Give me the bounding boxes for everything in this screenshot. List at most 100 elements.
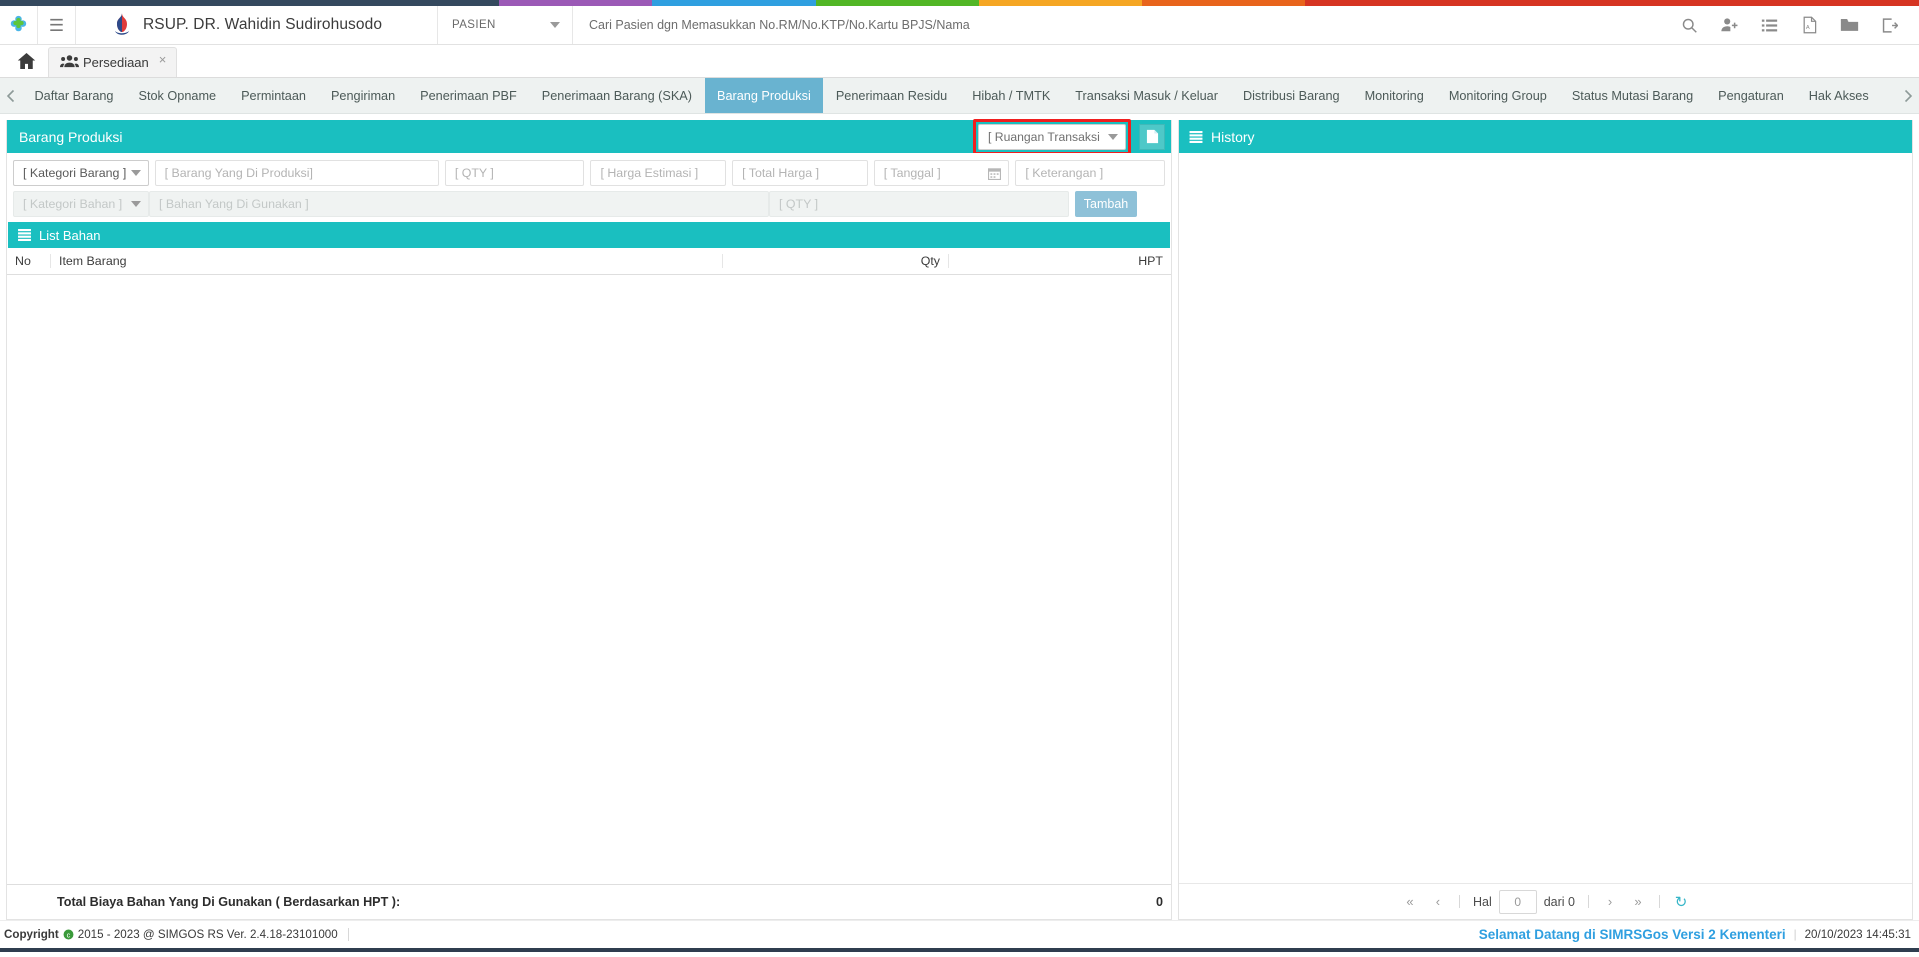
global-search[interactable]	[573, 6, 1669, 44]
footer-datetime: 20/10/2023 14:45:31	[1804, 928, 1911, 941]
harga-estimasi-input[interactable]: [ Harga Estimasi ]	[590, 160, 727, 186]
next-page-button[interactable]: ›	[1597, 889, 1623, 915]
kategori-barang-select[interactable]: [ Kategori Barang ]	[13, 160, 149, 186]
barang-produksi-input-value: [ Barang Yang Di Produksi]	[164, 166, 313, 180]
produksi-form-row-1: [ Kategori Barang ] [ Barang Yang Di Prod…	[7, 153, 1171, 189]
qty-bahan-input[interactable]: [ QTY ]	[769, 191, 1069, 217]
ruangan-transaksi-highlight: [ Ruangan Transaksi	[973, 118, 1131, 155]
chevron-right-icon	[1904, 89, 1913, 102]
last-page-button[interactable]: »	[1625, 889, 1651, 915]
nav-item-barang-produksi[interactable]: Barang Produksi	[704, 78, 824, 113]
ruangan-transaksi-select[interactable]: [ Ruangan Transaksi	[978, 123, 1126, 150]
footer-divider	[347, 928, 349, 941]
tanggal-input[interactable]: [ Tanggal ]	[873, 160, 1010, 186]
nav-item-stok-opname[interactable]: Stok Opname	[126, 78, 229, 113]
tab-persediaan[interactable]: Persediaan ×	[48, 47, 178, 77]
nav-item-monitoring[interactable]: Monitoring	[1352, 78, 1436, 113]
history-panel: History « ‹ Hal 0 dari 0 › » ↻	[1178, 120, 1913, 920]
panel-header-actions: [ Ruangan Transaksi	[973, 118, 1165, 155]
search-input[interactable]	[587, 17, 1669, 33]
keterangan-input-value: [ Keterangan ]	[1025, 166, 1104, 180]
history-list[interactable]	[1179, 153, 1912, 883]
list-icon[interactable]	[1749, 6, 1789, 45]
panel-header: Barang Produksi [ Ruangan Transaksi	[7, 118, 1171, 155]
hamburger-icon: ☰	[48, 15, 65, 35]
list-bahan-table-body[interactable]	[7, 275, 1171, 885]
page-number-input[interactable]: 0	[1498, 889, 1537, 914]
folder-icon[interactable]	[1829, 6, 1869, 45]
kategori-bahan-select[interactable]: [ Kategori Bahan ]	[13, 191, 149, 217]
total-biaya-label: Total Biaya Bahan Yang Di Gunakan ( Berd…	[57, 895, 401, 909]
pager-divider-3	[1659, 895, 1661, 908]
footer-divider-2: |	[1793, 928, 1797, 941]
nav-item-permintaan[interactable]: Permintaan	[229, 78, 319, 113]
nav-item-transaksi-masuk-keluar[interactable]: Transaksi Masuk / Keluar	[1063, 78, 1231, 113]
bottom-strip	[0, 948, 1919, 952]
welcome-message: Selamat Datang di SIMRSGos Versi 2 Kemen…	[1478, 927, 1786, 942]
kategori-barang-select-value: [ Kategori Barang ]	[23, 166, 127, 180]
new-document-button[interactable]	[1139, 123, 1165, 150]
page-label: Hal	[1472, 894, 1492, 909]
tab-close-icon[interactable]: ×	[159, 52, 167, 67]
copyright-icon: c	[63, 929, 74, 940]
app-logo[interactable]	[0, 6, 38, 44]
simrs-logo-icon	[10, 15, 27, 31]
page-title: Barang Produksi	[19, 128, 123, 145]
nav-item-penerimaan-barang-ska[interactable]: Penerimaan Barang (SKA)	[529, 78, 704, 113]
add-user-icon[interactable]	[1709, 6, 1749, 45]
keterangan-input[interactable]: [ Keterangan ]	[1015, 160, 1165, 186]
logout-icon[interactable]	[1869, 6, 1909, 45]
pager-divider-2	[1588, 895, 1590, 908]
total-biaya-value: 0	[1155, 895, 1163, 909]
first-page-button[interactable]: «	[1397, 889, 1423, 915]
refresh-icon[interactable]: ↻	[1668, 889, 1694, 915]
module-select[interactable]: PASIEN	[438, 6, 573, 44]
document-icon	[1146, 129, 1158, 144]
prev-page-button[interactable]: ‹	[1425, 889, 1451, 915]
pdf-icon[interactable]: A	[1789, 6, 1829, 45]
home-icon	[17, 52, 35, 69]
nav-scroll-right-button[interactable]	[1897, 78, 1919, 113]
qty-input[interactable]: [ QTY ]	[444, 160, 585, 186]
produksi-form-row-2: [ Kategori Bahan ] [ Bahan Yang Di Gunaka…	[7, 189, 1171, 222]
copyright-text: 2015 - 2023 @ SIMGOS RS Ver. 2.4.18-2310…	[77, 928, 338, 941]
nav-scroll-left-button[interactable]	[0, 78, 22, 113]
column-header-hpt: HPT	[1138, 254, 1163, 268]
nav-item-penerimaan-pbf[interactable]: Penerimaan PBF	[408, 78, 530, 113]
hospital-flame-icon	[115, 13, 129, 35]
nav-item-status-mutasi-barang[interactable]: Status Mutasi Barang	[1559, 78, 1705, 113]
page-body: Barang Produksi [ Ruangan Transaksi [ Ka…	[0, 114, 1919, 920]
list-bahan-table-header: No Item Barang Qty HPT	[7, 248, 1171, 275]
column-header-no: No	[7, 254, 51, 268]
hospital-brand: RSUP. DR. Wahidin Sudirohusodo	[76, 6, 438, 44]
menu-toggle-button[interactable]: ☰	[38, 6, 76, 44]
list-icon	[18, 229, 31, 241]
history-title: History	[1211, 128, 1255, 145]
barang-produksi-input[interactable]: [ Barang Yang Di Produksi]	[154, 160, 439, 186]
copyright-block: Copyright c 2015 - 2023 @ SIMGOS RS Ver.…	[4, 928, 355, 941]
calendar-icon[interactable]	[988, 167, 1002, 180]
total-harga-input[interactable]: [ Total Harga ]	[732, 160, 868, 186]
nav-item-pengiriman[interactable]: Pengiriman	[318, 78, 407, 113]
chevron-down-icon	[130, 170, 141, 176]
nav-item-penerimaan-residu[interactable]: Penerimaan Residu	[823, 78, 959, 113]
nav-item-hibah-tmtk[interactable]: Hibah / TMTK	[960, 78, 1063, 113]
nav-item-hak-akses[interactable]: Hak Akses	[1796, 78, 1881, 113]
list-bahan-title: List Bahan	[39, 227, 101, 243]
nav-item-pengaturan[interactable]: Pengaturan	[1706, 78, 1797, 113]
tambah-button[interactable]: Tambah	[1075, 191, 1137, 217]
barang-produksi-panel: Barang Produksi [ Ruangan Transaksi [ Ka…	[6, 118, 1172, 920]
home-tab-button[interactable]	[8, 44, 44, 77]
search-icon[interactable]	[1669, 6, 1709, 45]
document-tab-strip: Persediaan ×	[0, 45, 1919, 78]
bahan-digunakan-input[interactable]: [ Bahan Yang Di Gunakan ]	[149, 191, 769, 217]
module-nav-items: Daftar Barang Stok Opname Permintaan Pengir…	[22, 78, 1897, 113]
nav-item-distribusi-barang[interactable]: Distribusi Barang	[1230, 78, 1352, 113]
total-biaya-row: Total Biaya Bahan Yang Di Gunakan ( Berd…	[7, 885, 1171, 919]
nav-item-daftar-barang[interactable]: Daftar Barang	[22, 78, 126, 113]
page-total-label: dari 0	[1543, 894, 1576, 909]
nav-item-monitoring-group[interactable]: Monitoring Group	[1436, 78, 1559, 113]
users-icon	[60, 54, 79, 71]
chevron-down-icon	[550, 22, 560, 28]
kategori-bahan-select-value: [ Kategori Bahan ]	[23, 197, 123, 211]
